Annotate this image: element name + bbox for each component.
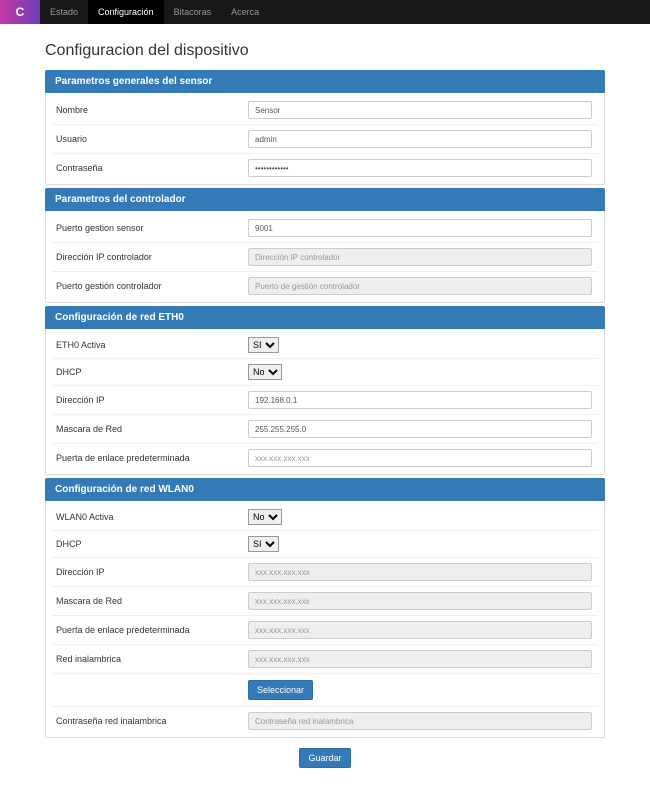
row-eth0-mask: Mascara de Red xyxy=(52,414,598,443)
row-eth0-activa: ETH0 Activa SI xyxy=(52,332,598,358)
row-wlan0-ip: Dirección IP xyxy=(52,557,598,586)
input-usuario[interactable] xyxy=(248,130,592,148)
select-wlan0-dhcp[interactable]: SI xyxy=(248,536,279,552)
section-wlan0-body: WLAN0 Activa No DHCP SI Dirección IP Mas… xyxy=(45,501,605,738)
brand-logo[interactable]: C xyxy=(0,0,40,24)
brand-text: C xyxy=(16,5,25,19)
main-container: Configuracion del dispositivo Parametros… xyxy=(45,24,605,788)
row-wlan0-activa: WLAN0 Activa No xyxy=(52,504,598,530)
select-wlan0-activa[interactable]: No xyxy=(248,509,282,525)
page-title: Configuracion del dispositivo xyxy=(45,42,605,60)
row-wlan0-ssid: Red inalambrica xyxy=(52,644,598,673)
row-wlan0-select-btn: Seleccionar xyxy=(52,673,598,706)
label-wlan0-activa: WLAN0 Activa xyxy=(52,512,242,522)
label-wlan0-dhcp: DHCP xyxy=(52,539,242,549)
label-wlan0-gw: Puerta de enlace predeterminada xyxy=(52,625,242,635)
input-wlan0-gw[interactable] xyxy=(248,621,592,639)
label-eth0-mask: Mascara de Red xyxy=(52,424,242,434)
input-puerto-controlador[interactable] xyxy=(248,277,592,295)
row-ip-controlador: Dirección IP controlador xyxy=(52,242,598,271)
nav-acerca[interactable]: Acerca xyxy=(221,0,269,24)
input-wlan0-ssid[interactable] xyxy=(248,650,592,668)
input-eth0-gw[interactable] xyxy=(248,449,592,467)
nav-configuracion[interactable]: Configuración xyxy=(88,0,164,24)
input-ip-controlador[interactable] xyxy=(248,248,592,266)
label-usuario: Usuario xyxy=(52,134,242,144)
label-wlan0-ip: Dirección IP xyxy=(52,567,242,577)
select-eth0-activa[interactable]: SI xyxy=(248,337,279,353)
section-eth0-heading: Configuración de red ETH0 xyxy=(45,306,605,329)
section-sensor-body: Nombre Usuario Contraseña xyxy=(45,93,605,185)
navbar: C Estado Configuración Bitacoras Acerca xyxy=(0,0,650,24)
row-puerto-sensor: Puerto gestion sensor xyxy=(52,214,598,242)
label-puerto-controlador: Puerto gestión controlador xyxy=(52,281,242,291)
input-eth0-ip[interactable] xyxy=(248,391,592,409)
section-sensor-heading: Parametros generales del sensor xyxy=(45,70,605,93)
input-nombre[interactable] xyxy=(248,101,592,119)
nav-estado[interactable]: Estado xyxy=(40,0,88,24)
label-nombre: Nombre xyxy=(52,105,242,115)
label-wlan0-pwd: Contraseña red inalambrica xyxy=(52,716,242,726)
input-wlan0-pwd[interactable] xyxy=(248,712,592,730)
label-eth0-gw: Puerta de enlace predeterminada xyxy=(52,453,242,463)
label-eth0-dhcp: DHCP xyxy=(52,367,242,377)
save-button[interactable]: Guardar xyxy=(299,748,350,768)
section-controlador-body: Puerto gestion sensor Dirección IP contr… xyxy=(45,211,605,303)
label-wlan0-mask: Mascara de Red xyxy=(52,596,242,606)
row-eth0-ip: Dirección IP xyxy=(52,385,598,414)
row-nombre: Nombre xyxy=(52,96,598,124)
section-eth0-body: ETH0 Activa SI DHCP No Dirección IP Masc… xyxy=(45,329,605,475)
select-eth0-dhcp[interactable]: No xyxy=(248,364,282,380)
row-eth0-dhcp: DHCP No xyxy=(52,358,598,385)
row-puerto-controlador: Puerto gestión controlador xyxy=(52,271,598,300)
row-wlan0-pwd: Contraseña red inalambrica xyxy=(52,706,598,735)
row-contrasena: Contraseña xyxy=(52,153,598,182)
input-contrasena[interactable] xyxy=(248,159,592,177)
label-puerto-sensor: Puerto gestion sensor xyxy=(52,223,242,233)
submit-row: Guardar xyxy=(45,738,605,788)
section-controlador-heading: Parametros del controlador xyxy=(45,188,605,211)
label-eth0-ip: Dirección IP xyxy=(52,395,242,405)
label-contrasena: Contraseña xyxy=(52,163,242,173)
label-eth0-activa: ETH0 Activa xyxy=(52,340,242,350)
input-eth0-mask[interactable] xyxy=(248,420,592,438)
input-wlan0-ip[interactable] xyxy=(248,563,592,581)
label-wlan0-ssid: Red inalambrica xyxy=(52,654,242,664)
row-usuario: Usuario xyxy=(52,124,598,153)
row-wlan0-dhcp: DHCP SI xyxy=(52,530,598,557)
label-ip-controlador: Dirección IP controlador xyxy=(52,252,242,262)
input-puerto-sensor[interactable] xyxy=(248,219,592,237)
row-wlan0-mask: Mascara de Red xyxy=(52,586,598,615)
nav-bitacoras[interactable]: Bitacoras xyxy=(164,0,222,24)
row-wlan0-gw: Puerta de enlace predeterminada xyxy=(52,615,598,644)
input-wlan0-mask[interactable] xyxy=(248,592,592,610)
row-eth0-gw: Puerta de enlace predeterminada xyxy=(52,443,598,472)
section-wlan0-heading: Configuración de red WLAN0 xyxy=(45,478,605,501)
select-network-button[interactable]: Seleccionar xyxy=(248,680,313,700)
